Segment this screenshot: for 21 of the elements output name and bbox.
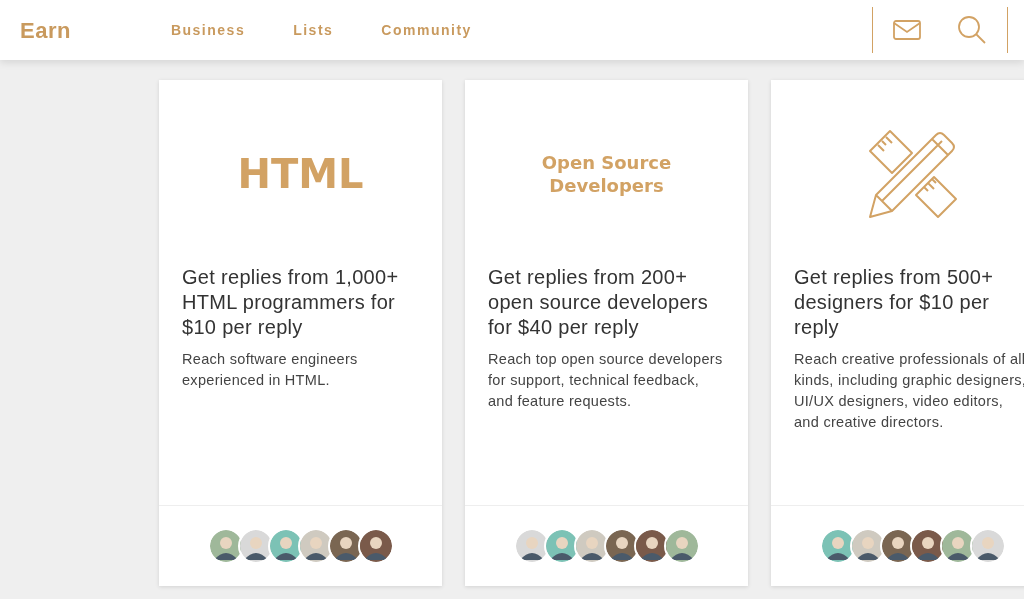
card-logo: Open Source Developers bbox=[541, 150, 672, 197]
search-icon[interactable] bbox=[957, 15, 987, 45]
card-title: Get replies from 1,000+ HTML programmers for $10 per reply bbox=[182, 265, 400, 340]
pencil-ruler-icon bbox=[867, 128, 958, 219]
card[interactable]: Get replies from 500+ designers for $10 per reply Reach creative professionals of all kinds, including graphic designers, UI/UX designers, video editors, and creative directors. bbox=[771, 80, 1024, 586]
mail-icon[interactable] bbox=[893, 20, 921, 40]
avatar bbox=[357, 528, 394, 564]
card-description: Reach top open source developers for support, technical feedback, and feature requests. bbox=[488, 350, 724, 411]
avatar bbox=[663, 528, 700, 564]
card[interactable]: Open Source Developers Get replies from 200+ open source developers for $40 per reply Reach top open source developers for support, technical feedback, and feature requests. bbox=[465, 80, 748, 586]
card-description: Reach software engineers experienced in HTML. bbox=[182, 350, 359, 390]
card[interactable]: HTML Get replies from 1,000+ HTML programmers for $10 per reply Reach software engineers experienced in HTML. bbox=[159, 80, 442, 586]
card-description: Reach creative professionals of all kinds, including graphic designers, UI/UX designers, video editors, and creative directors. bbox=[794, 350, 1024, 432]
nav-link[interactable]: Business bbox=[170, 19, 246, 41]
card-title: Get replies from 200+ open source developers for $40 per reply bbox=[488, 265, 710, 340]
nav-link[interactable]: Lists bbox=[293, 19, 334, 41]
logo[interactable]: Earn bbox=[20, 13, 71, 47]
avatar bbox=[969, 528, 1006, 564]
card-title: Get replies from 500+ designers for $10 per reply bbox=[794, 265, 995, 340]
nav-link[interactable]: Community bbox=[381, 19, 472, 41]
card-logo: HTML bbox=[237, 153, 364, 194]
